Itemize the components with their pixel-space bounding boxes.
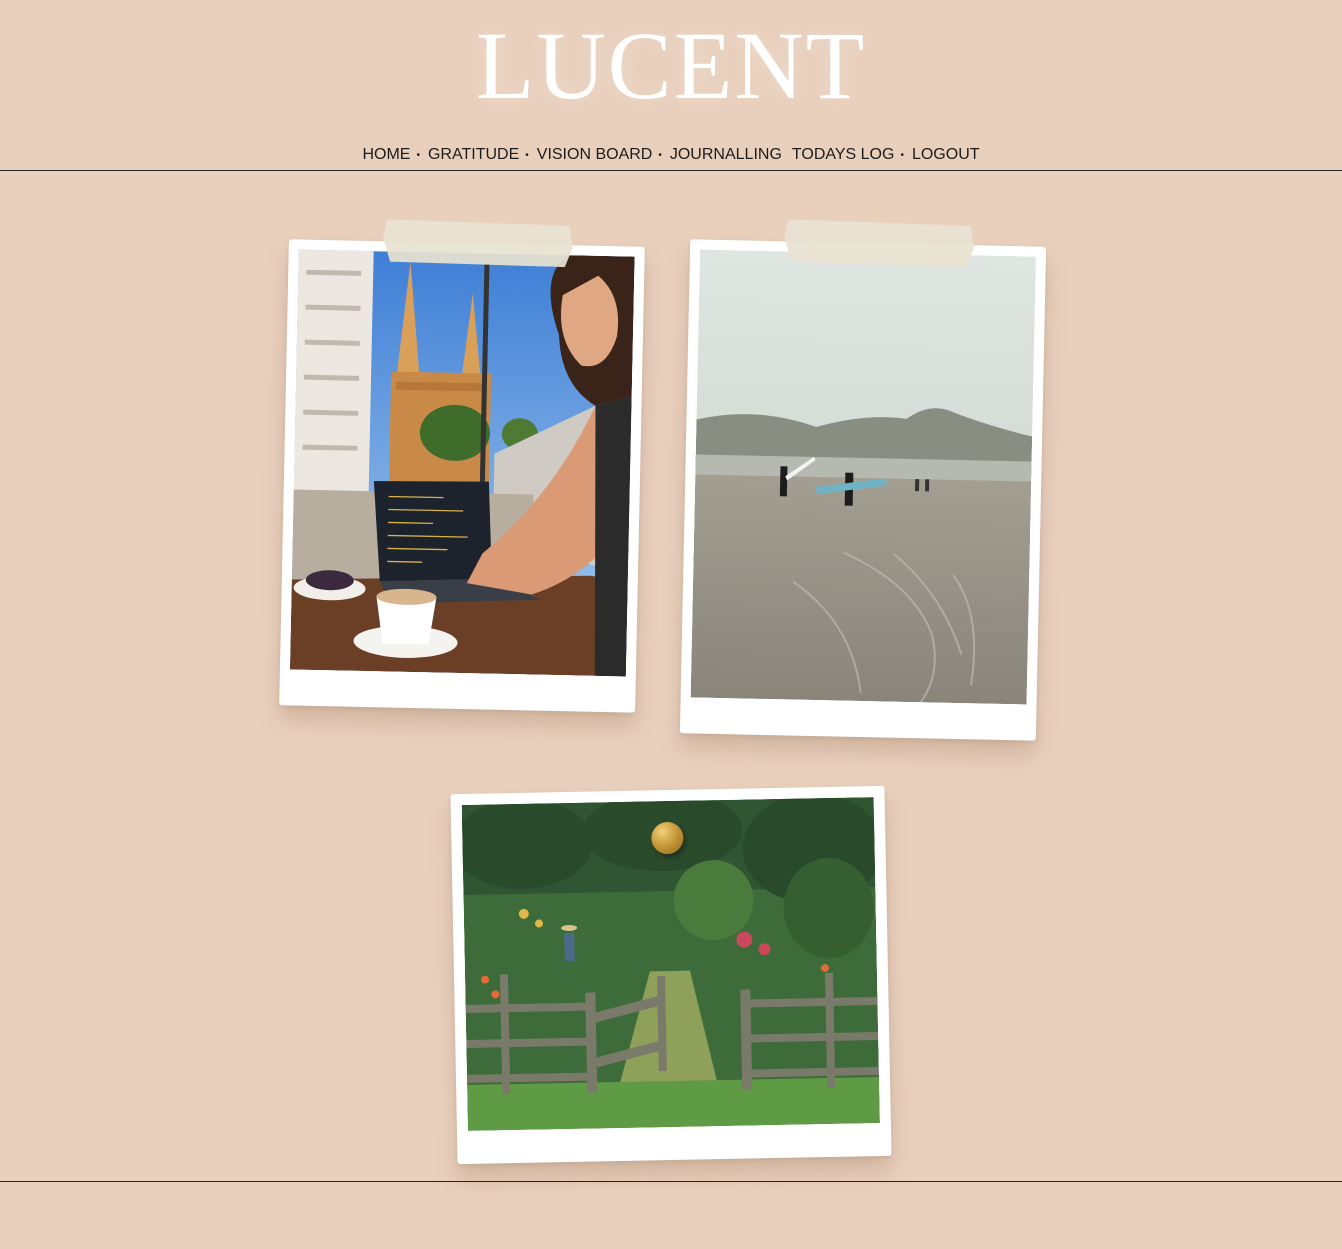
nav-separator: • [525,149,529,161]
nav-journalling[interactable]: JOURNALLING [669,146,783,164]
surfers-on-misty-beach-photo [690,249,1036,705]
nav-separator: • [900,149,904,161]
nav-todays-log[interactable]: TODAYS LOG [791,146,896,164]
tape-strip [784,219,975,267]
polaroid-card-cafe [279,239,645,713]
woman-coding-at-cafe-photo [289,249,635,677]
nav-logout[interactable]: LOGOUT [911,146,981,164]
nav-home[interactable]: HOME [361,146,411,164]
main-nav: HOME • GRATITUDE • VISION BOARD • JOURNA… [0,146,1342,164]
nav-separator: • [416,149,420,161]
header-divider [0,170,1342,171]
tape-strip [382,219,573,267]
polaroid-card-garden [450,785,892,1165]
nav-gratitude[interactable]: GRATITUDE [427,146,520,164]
site-logo: LUCENT [475,12,867,119]
polaroid-card-beach [679,239,1047,741]
nav-vision-board[interactable]: VISION BOARD [536,146,654,164]
nav-separator: • [658,149,662,161]
footer-divider [0,1181,1342,1182]
